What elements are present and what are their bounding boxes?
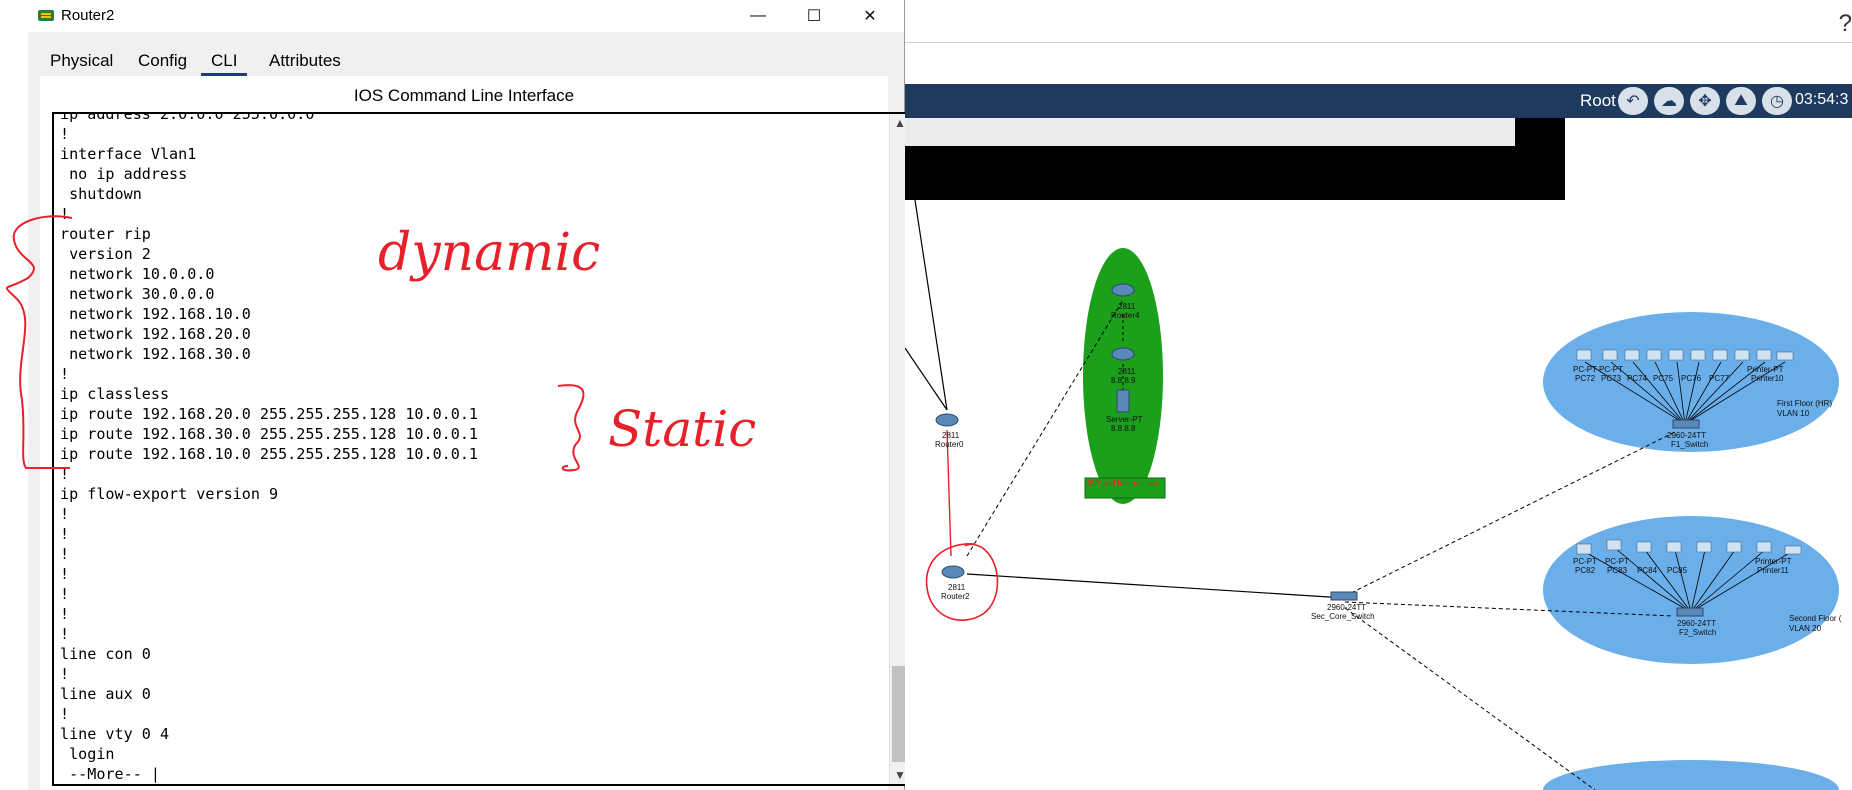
overlay-panel-light [905,118,1515,146]
f1-pc-label-6: PC76 [1681,374,1702,383]
link-router0-up [914,199,948,411]
f1-switch-model: 2960-24TT [1667,431,1706,440]
clock-readout: 03:54:3 [1795,91,1849,108]
move-icon[interactable]: ✥ [1690,87,1720,115]
back-icon[interactable]: ↶ [1618,87,1648,115]
maximize-button[interactable]: ☐ [788,0,840,32]
isp-area-label: ISP and Internet ser [1087,479,1158,488]
f1-pc-label-5: PC75 [1653,374,1674,383]
f2-switch-name: F2_Switch [1679,628,1716,637]
window-title: Router2 [61,7,115,24]
f2-printer-label-0: Printer-PT [1755,557,1792,566]
router2-device[interactable]: 2811 Router2 [941,565,970,601]
link-router2-core [966,573,1346,599]
link-core-f3 [1344,607,1596,790]
f2-printer-label-1: Printer11 [1757,566,1789,575]
cli-output[interactable]: ip address 2.0.0.0 255.0.0.0 ! interface… [60,114,478,784]
router-window: Router2 — ☐ ✕ Physical Config CLI Attrib… [5,0,912,790]
f1-pc-label-4: PC74 [1627,374,1648,383]
f2-switch-model: 2960-24TT [1677,619,1716,628]
toolbar-divider [905,42,1852,43]
core-switch-name: Sec_Core_Switch [1311,612,1375,621]
isp-router-model: 2811 [1118,367,1136,376]
router0-model: 2811 [942,431,960,440]
router4-name: Router4 [1111,311,1140,320]
tab-cli[interactable]: CLI [201,46,248,76]
router-app-icon [38,10,54,21]
f2-pc-label-3: PC83 [1607,566,1628,575]
title-bar: Router2 — ☐ ✕ [28,0,904,32]
tab-attributes[interactable]: Attributes [259,46,351,76]
f1-printer-label-1: Printer10 [1751,374,1784,383]
first-floor-label: First Floor (HR) [1777,399,1832,408]
router0-device[interactable]: 2811 Router0 [935,413,964,449]
topology-canvas[interactable]: ISP and Internet ser PC-PT PC72 PC-PT PC… [905,118,1852,790]
cloud-icon[interactable]: ☁ [1654,87,1684,115]
clock-network-icon[interactable]: ◷ [1762,87,1792,115]
workspace-toolbar: Root ↶ ☁ ✥ ⛰ ◷ 03:54:3 [905,84,1852,118]
f1-switch-name: F1_Switch [1671,440,1708,449]
f1-pc-label-2: PC-PT [1599,365,1623,374]
router0-name: Router0 [935,440,964,449]
f2-pc-label-2: PC-PT [1605,557,1629,566]
cli-heading: IOS Command Line Interface [353,86,575,105]
third-floor-area [1543,760,1839,790]
f2-pc-label-5: PC85 [1667,566,1688,575]
topology-svg[interactable]: ISP and Internet ser PC-PT PC72 PC-PT PC… [905,118,1852,790]
f1-pc-label-1: PC72 [1575,374,1596,383]
isp-router-name: 8.8.8.9 [1111,376,1136,385]
core-switch-model: 2960-24TT [1327,603,1366,612]
f2-pc-label-1: PC82 [1575,566,1596,575]
f1-printer-label-0: Printer-PT [1747,365,1784,374]
tab-physical[interactable]: Physical [40,46,123,76]
f2-pc-label-4: PC84 [1637,566,1658,575]
close-button[interactable]: ✕ [844,0,896,32]
router2-model: 2811 [948,583,966,592]
server-name: 8.8.8.8 [1111,424,1136,433]
help-icon[interactable]: ? [1839,10,1852,38]
tab-config[interactable]: Config [128,46,197,76]
second-floor-vlan: VLAN 20 [1789,624,1822,633]
root-label: Root [1580,91,1616,110]
f1-pc-label-3: PC73 [1601,374,1622,383]
first-floor-vlan: VLAN 10 [1777,409,1810,418]
router2-name: Router2 [941,592,970,601]
second-floor-area [1543,516,1839,664]
second-floor-label: Second Floor ( [1789,614,1842,623]
link-router0-left [905,347,948,411]
workspace: ? Root ↶ ☁ ✥ ⛰ ◷ 03:54:3 ISP and Interne… [905,0,1852,790]
router4-model: 2811 [1118,302,1136,311]
image-icon[interactable]: ⛰ [1726,87,1756,115]
f1-pc-label-0: PC-PT [1573,365,1597,374]
cli-terminal[interactable]: ip address 2.0.0.0 255.0.0.0 ! interface… [52,112,912,786]
server-model: Server-PT [1106,415,1143,424]
f1-pc-label-7: PC77 [1709,374,1730,383]
minimize-button[interactable]: — [732,0,784,32]
f2-pc-label-0: PC-PT [1573,557,1597,566]
